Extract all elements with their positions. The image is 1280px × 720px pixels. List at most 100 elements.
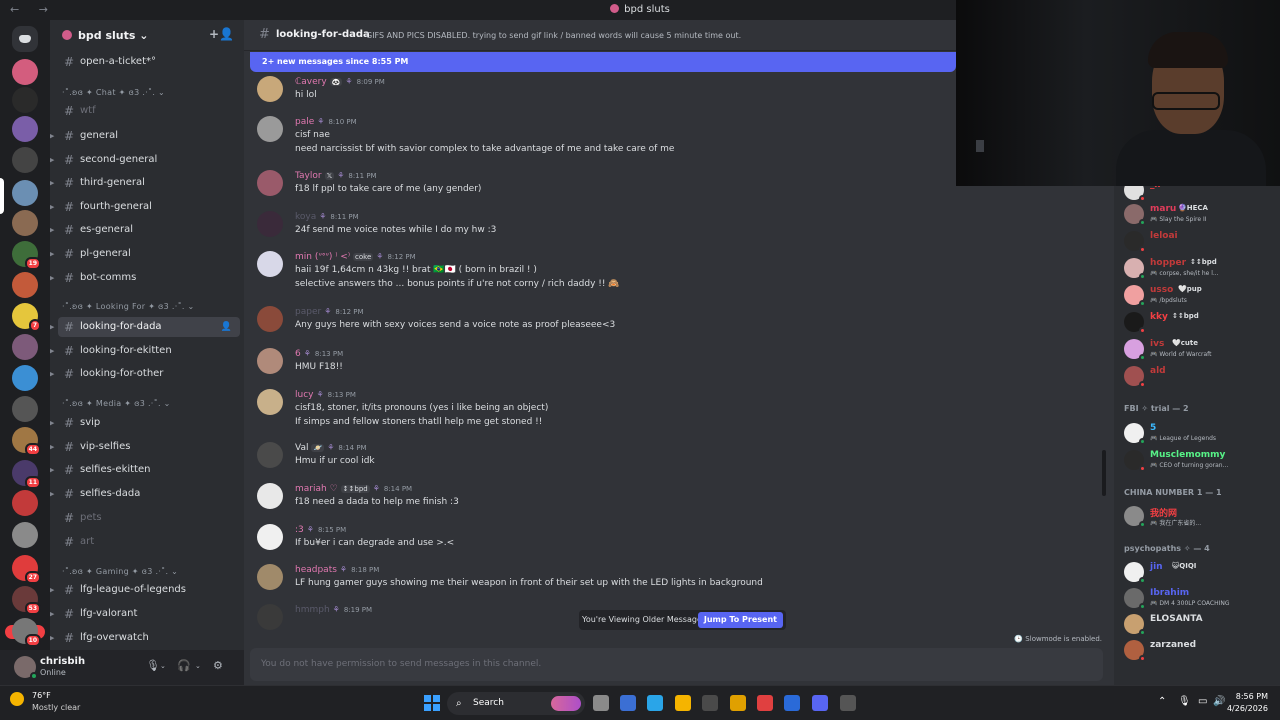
avatar[interactable] [257,211,283,237]
server-icon[interactable] [12,147,38,173]
channel-item[interactable]: ▶ # looking-for-other [50,364,240,384]
file-explorer-icon[interactable] [593,695,609,711]
avatar[interactable] [257,564,283,590]
username[interactable]: chrisbih [40,656,85,667]
channel-item[interactable]: ▶ # fourth-general [50,197,240,217]
expand-arrow-icon[interactable]: ▶ [50,580,54,600]
expand-arrow-icon[interactable]: ▶ [50,413,54,433]
author-name[interactable]: paper [295,307,321,317]
expand-arrow-icon[interactable]: ▶ [50,173,54,193]
copilot-icon[interactable] [620,695,636,711]
avatar[interactable] [257,116,283,142]
server-icon[interactable] [12,396,38,422]
expand-arrow-icon[interactable]: ▶ [50,341,54,361]
channel-item[interactable]: # art [58,532,240,552]
expand-arrow-icon[interactable]: ▶ [50,150,54,170]
guild-header[interactable]: bpd sluts ⌄ +👤 [50,20,244,50]
member-item[interactable]: leloai [1120,228,1276,254]
server-icon[interactable]: 44 [12,427,41,456]
expand-arrow-icon[interactable]: ▶ [50,484,54,504]
member-item[interactable]: ald [1120,363,1276,389]
channel-item[interactable]: ▶ # looking-for-ekitten [50,341,240,361]
invite-people-icon[interactable]: +👤 [209,27,234,41]
direct-messages-icon[interactable] [12,26,38,52]
avatar[interactable] [257,170,283,196]
member-item[interactable]: Musclemommy 🎮 CEO of turning goran... [1120,447,1276,473]
avatar[interactable] [257,348,283,374]
author-name[interactable]: lucy [295,390,313,400]
channel-item[interactable]: ▶ # svip [50,413,240,433]
channel-category[interactable]: ·˚.ʚɞ ✦ Looking For ✦ ɞ3 .·˚. ⌄ [62,302,195,311]
expand-arrow-icon[interactable]: ▶ [50,317,54,337]
author-name[interactable]: mariah ♡ [295,484,338,494]
windows-start-icon[interactable] [424,695,440,711]
add-member-icon[interactable]: 👤 [221,317,232,337]
expand-arrow-icon[interactable]: ▶ [50,604,54,624]
epic-games-icon[interactable] [840,695,856,711]
expand-arrow-icon[interactable]: ▶ [50,460,54,480]
member-item[interactable]: usso 🤍pup 🎮 /bpdsluts [1120,282,1276,308]
channel-item[interactable]: # open-a-ticket*° [58,52,240,72]
server-icon[interactable] [12,522,38,548]
avatar[interactable] [257,389,283,415]
member-item[interactable]: jin 😺QIQI [1120,559,1276,585]
member-item[interactable]: hopper ↕↕bpd 🎮 corpse, she/it he l... [1120,255,1276,281]
expand-arrow-icon[interactable]: ▶ [50,220,54,240]
app-icon[interactable] [757,695,773,711]
channel-item[interactable]: ▶ # vip-selfies [50,437,240,457]
channel-item[interactable]: # wtf [58,101,240,121]
channel-item[interactable]: ▶ # lfg-league-of-legends [50,580,240,600]
tray-mic-icon[interactable]: 🎙 [1178,696,1191,707]
avatar[interactable] [257,524,283,550]
settings-gear-icon[interactable]: ⚙ [213,659,223,672]
microphone-icon[interactable]: 🎙 [146,659,160,672]
channel-item[interactable]: ▶ # bot-comms [50,268,240,288]
expand-arrow-icon[interactable]: ▶ [50,244,54,264]
channel-category[interactable]: ·˚.ʚɞ ✦ Gaming ✦ ɞ3 .·˚. ⌄ [62,567,178,576]
avatar[interactable] [14,656,38,680]
avatar[interactable] [257,251,283,277]
taskbar-search[interactable]: ⌕ Search [447,692,585,715]
channel-category[interactable]: ·˚.ʚɞ ✦ Chat ✦ ɞ3 .·˚. ⌄ [62,88,165,97]
author-name[interactable]: 6 [295,349,301,359]
server-icon[interactable] [12,116,38,142]
channel-item[interactable]: ▶ # selfies-ekitten [50,460,240,480]
channel-item[interactable]: ▶ # lfg-overwatch [50,628,240,648]
server-icon[interactable] [12,87,38,113]
author-name[interactable]: pale [295,117,314,127]
member-item[interactable]: maru 🔮HECA 🎮 Slay the Spire II [1120,201,1276,227]
member-item[interactable]: Ibrahim 🎮 DM 4 300LP COACHING [1120,585,1276,611]
expand-arrow-icon[interactable]: ▶ [50,364,54,384]
scrollbar[interactable] [1102,450,1106,496]
author-name[interactable]: koya [295,212,316,222]
channel-item[interactable]: ▶ # pl-general [50,244,240,264]
expand-arrow-icon[interactable]: ▶ [50,437,54,457]
chevron-down-icon[interactable]: ⌄ [160,662,166,670]
avatar[interactable] [257,604,283,630]
server-icon[interactable] [12,272,38,298]
author-name[interactable]: Val [295,443,308,453]
server-icon[interactable] [12,59,38,85]
server-icon[interactable] [12,334,38,360]
server-icon[interactable] [12,490,38,516]
author-name[interactable]: ℂavery [295,77,327,87]
channel-item[interactable]: # pets [58,508,240,528]
avatar[interactable] [257,442,283,468]
member-item[interactable]: ELOSANTA [1120,611,1276,637]
channel-item[interactable]: ▶ # third-general [50,173,240,193]
avatar[interactable] [257,76,283,102]
author-name[interactable]: :3 [295,525,304,535]
server-icon[interactable]: 11 [12,460,41,489]
jump-to-present-button[interactable]: Jump To Present [697,612,783,628]
server-icon[interactable]: 7 [12,303,41,332]
expand-arrow-icon[interactable]: ▶ [50,268,54,288]
steam-icon[interactable] [784,695,800,711]
server-icon[interactable] [12,210,38,236]
server-icon[interactable]: 27 [12,555,41,584]
volume-icon[interactable]: 🔊 [1213,696,1225,707]
server-icon[interactable] [12,365,38,391]
new-messages-banner[interactable]: 2+ new messages since 8:55 PM [250,52,956,72]
system-clock[interactable]: 8:56 PM 4/26/2026 [1227,691,1268,715]
member-item[interactable]: zarzaned [1120,637,1276,663]
store-icon[interactable] [702,695,718,711]
